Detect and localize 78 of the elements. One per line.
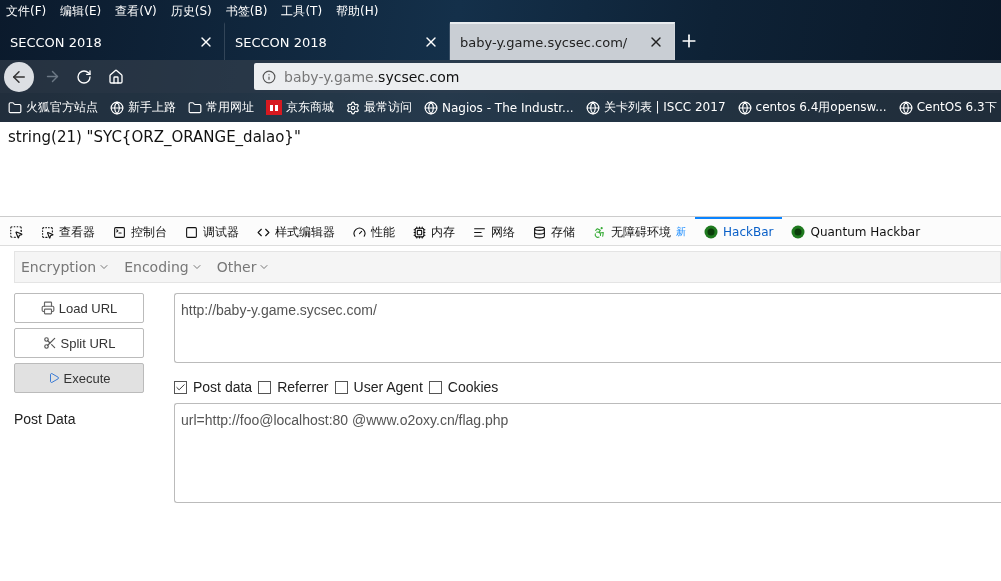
square-icon — [185, 225, 198, 239]
checkbox[interactable] — [258, 380, 272, 394]
menu-item[interactable]: 查看(V) — [115, 2, 157, 20]
play-icon — [47, 372, 60, 384]
tab-title: baby-y.game.sycsec.com/ — [460, 34, 628, 50]
action-button[interactable]: Execute — [14, 363, 144, 393]
menu-item[interactable]: 书签(B) — [225, 2, 268, 20]
browser-tab[interactable]: SECCON 2018 — [0, 22, 225, 60]
post-data-field[interactable]: url=http://foo@localhost:80 @www.o2oxy.cn/flag.php — [174, 403, 1001, 503]
menu-item[interactable]: 编辑(E) — [60, 2, 102, 20]
gear-icon — [346, 100, 360, 115]
folder-icon — [8, 100, 22, 115]
devtools-tab[interactable]: 内存 — [404, 217, 464, 245]
circle-icon — [791, 225, 806, 239]
dropdown-menu[interactable]: Encoding — [124, 259, 203, 275]
devtools-tab[interactable]: 网络 — [464, 217, 524, 245]
action-button[interactable]: Load URL — [14, 293, 144, 323]
dropdown-menu[interactable]: Encryption — [21, 259, 111, 275]
bookmark-item[interactable]: Nagios - The Industr... — [442, 100, 574, 115]
devtools-tab[interactable]: 性能 — [344, 217, 404, 245]
bookmark-item[interactable]: 常用网址 — [206, 99, 254, 116]
bookmark-item[interactable]: 火狐官方站点 — [26, 99, 98, 116]
database-icon — [533, 225, 546, 239]
inspector-icon — [41, 225, 54, 239]
globe-icon — [585, 100, 600, 115]
globe-icon — [424, 100, 438, 115]
tab-title: SECCON 2018 — [235, 34, 327, 50]
devtools-tab[interactable]: HackBar — [695, 217, 783, 245]
bookmark-item[interactable]: 关卡列表 | ISCC 2017 — [603, 99, 726, 116]
tab-title: SECCON 2018 — [10, 34, 102, 50]
post-data-label: Post Data — [14, 410, 77, 429]
url-text: baby-y.game.sycsec.com — [284, 68, 460, 85]
circle-icon — [704, 225, 718, 239]
jd-logo-icon — [266, 100, 282, 115]
bookmark-item[interactable]: 京东商城 — [286, 99, 334, 116]
bookmark-item[interactable]: 新手上路 — [128, 99, 176, 116]
menu-item[interactable]: 帮助(H) — [336, 2, 379, 20]
printer-icon — [40, 301, 55, 315]
url-field[interactable]: http://baby-y.game.sycsec.com/ — [174, 293, 1001, 363]
devtools-tab[interactable]: 控制台 — [104, 217, 176, 245]
devtools-tab[interactable]: 调试器 — [176, 217, 248, 245]
checkbox-label: Referrer — [277, 379, 329, 395]
dropdown-menu[interactable]: Other — [216, 259, 271, 275]
lines-icon — [473, 225, 486, 239]
checkbox[interactable] — [428, 380, 442, 394]
menu-item[interactable]: 工具(T) — [281, 2, 323, 20]
globe-icon — [898, 100, 913, 115]
devtools-tab[interactable]: 样式编辑器 — [248, 217, 344, 245]
globe-icon — [737, 100, 752, 115]
devtools-tab[interactable]: 查看器 — [32, 217, 104, 245]
accessibility-icon — [593, 225, 606, 239]
checkbox[interactable] — [174, 380, 187, 394]
bookmark-item[interactable]: centos 6.4用opensw... — [755, 99, 887, 116]
checkbox-label: Post data — [193, 379, 253, 395]
checkbox-label: User Agent — [353, 379, 423, 395]
bookmark-item[interactable]: CentOS 6.3下 — [916, 99, 997, 116]
devtools-tab[interactable]: 无障碍环境 新 — [584, 217, 695, 245]
new-label: 新 — [676, 225, 686, 239]
browser-tab[interactable]: baby-y.game.sycsec.com/ — [450, 22, 675, 60]
console-icon — [113, 225, 126, 239]
gauge-icon — [353, 225, 366, 239]
scissors-icon — [42, 336, 57, 350]
bookmark-item[interactable]: 最常访问 — [364, 99, 412, 116]
action-button[interactable]: Split URL — [14, 328, 144, 358]
info-icon — [262, 69, 276, 84]
devtools-tab[interactable]: Quantum Hackbar — [782, 217, 930, 245]
folder-icon — [188, 100, 202, 115]
devtools-tab[interactable]: 存储 — [524, 217, 584, 245]
globe-icon — [110, 100, 124, 115]
address-bar[interactable]: baby-y.game.sycsec.com — [254, 63, 1001, 90]
page-output: string(21) "SYC{ORZ_ORANGE_dalao}" — [7, 127, 302, 148]
checkbox-label: Cookies — [447, 379, 499, 395]
menu-item[interactable]: 历史(S) — [170, 2, 212, 20]
back-button[interactable] — [4, 61, 34, 92]
checkbox[interactable] — [334, 380, 348, 394]
menu-item[interactable]: 文件(F) — [6, 2, 47, 20]
picker-icon[interactable] — [9, 225, 23, 239]
chip-icon — [413, 225, 426, 239]
